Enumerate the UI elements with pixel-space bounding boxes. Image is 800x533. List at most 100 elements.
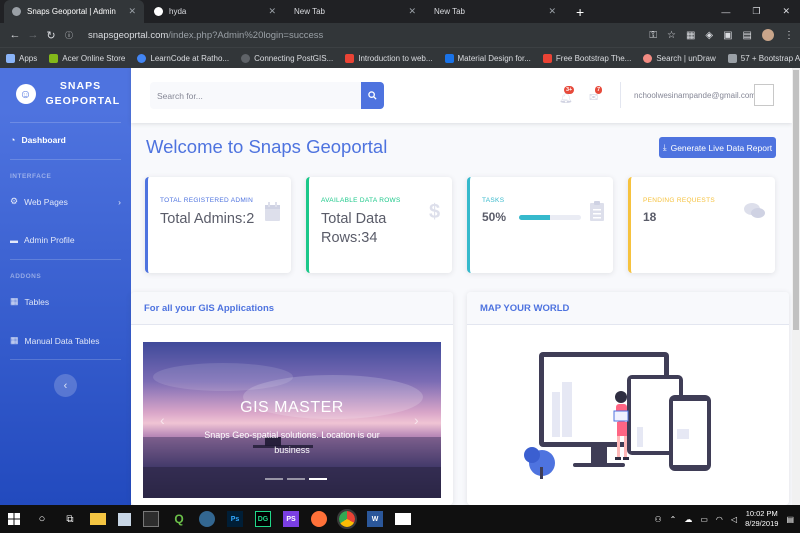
table-icon: ▦ bbox=[10, 335, 19, 345]
extension-icon[interactable]: ▣ bbox=[723, 30, 732, 41]
shield-icon[interactable]: ◈ bbox=[705, 30, 713, 41]
scrollbar-thumb[interactable] bbox=[793, 70, 799, 330]
divider bbox=[10, 159, 121, 160]
system-tray: ⚇ ⌃ ☁ ▭ ◠ ◁ 10:02 PM 8/29/2019 ▤ bbox=[654, 509, 794, 529]
avatar[interactable] bbox=[754, 84, 774, 106]
tab-new-2[interactable]: New Tab ✕ bbox=[426, 0, 564, 23]
divider bbox=[10, 359, 121, 360]
clock-date: 8/29/2019 bbox=[745, 519, 779, 528]
image-carousel[interactable]: GIS MASTER Snaps Geo-spatial solutions. … bbox=[143, 342, 441, 498]
carousel-indicator[interactable] bbox=[265, 478, 283, 480]
wrench-icon: ▬ bbox=[10, 235, 18, 245]
url-bar[interactable]: snapsgeoprtal.com/index.php?Admin%20logi… bbox=[88, 30, 323, 41]
close-tab-icon[interactable]: ✕ bbox=[268, 6, 276, 17]
chevron-up-icon[interactable]: ⌃ bbox=[670, 515, 677, 524]
video-editor-icon[interactable] bbox=[395, 513, 411, 525]
bookmark-material[interactable]: Material Design for... bbox=[444, 53, 531, 63]
postgresql-icon[interactable] bbox=[199, 511, 215, 527]
card-label: PENDING REQUESTS bbox=[643, 197, 715, 204]
bookmark-apps[interactable]: Apps bbox=[6, 53, 37, 63]
panel-title: For all your GIS Applications bbox=[131, 292, 453, 325]
sidebar-toggle-button[interactable]: ‹ bbox=[54, 374, 77, 397]
bookmark-intro-web[interactable]: Introduction to web... bbox=[345, 53, 433, 63]
cloud-icon[interactable]: ☁ bbox=[684, 515, 692, 524]
extension-icon[interactable]: ▦ bbox=[686, 30, 695, 41]
windows-start-icon[interactable] bbox=[6, 511, 22, 527]
user-email[interactable]: nchoolwesinampande@gmail.com bbox=[634, 91, 756, 100]
extension-icon[interactable]: ▤ bbox=[743, 30, 752, 41]
messages-dropdown[interactable]: ✉ 7 bbox=[589, 86, 603, 106]
terminal-icon[interactable] bbox=[143, 511, 159, 527]
tab-hyda[interactable]: hyda ✕ bbox=[146, 0, 284, 23]
alerts-badge: 3+ bbox=[564, 86, 575, 94]
qgis-icon[interactable]: Q bbox=[171, 511, 187, 527]
sidebar-item-manual-tables[interactable]: ▦ Manual Data Tables bbox=[10, 335, 100, 346]
menu-icon[interactable]: ⋮ bbox=[784, 30, 794, 41]
new-tab-button[interactable]: + bbox=[568, 0, 588, 23]
sidebar-brand[interactable]: ☺ SNAPS GEOPORTAL bbox=[0, 68, 131, 120]
download-icon: ⤓ bbox=[662, 142, 667, 152]
close-tab-icon[interactable]: ✕ bbox=[128, 6, 136, 17]
search-input[interactable]: Search for... bbox=[150, 82, 362, 109]
sidebar-item-admin-profile[interactable]: ▬ Admin Profile bbox=[10, 235, 75, 245]
messages-badge: 7 bbox=[595, 86, 603, 94]
tab-admin[interactable]: Snaps Geoportal | Admin ✕ bbox=[4, 0, 144, 23]
restore-icon[interactable]: ❐ bbox=[752, 6, 760, 17]
battery-icon[interactable]: ▭ bbox=[700, 515, 708, 524]
star-icon[interactable]: ☆ bbox=[667, 30, 676, 41]
phpstorm-icon[interactable]: PS bbox=[283, 511, 299, 527]
tab-new-1[interactable]: New Tab ✕ bbox=[286, 0, 424, 23]
bookmark-bootstrap-admin[interactable]: 57 + Bootstrap Ad... bbox=[727, 53, 800, 63]
site-icon bbox=[542, 53, 552, 63]
wordpress-icon bbox=[241, 53, 251, 63]
sidebar-item-dashboard[interactable]: ◔ Dashboard bbox=[10, 135, 66, 145]
photoshop-icon[interactable]: Ps bbox=[227, 511, 243, 527]
datagrip-icon[interactable]: DG bbox=[255, 511, 271, 527]
sidebar-heading-interface: INTERFACE bbox=[10, 173, 52, 180]
volume-icon[interactable]: ◁ bbox=[731, 515, 737, 524]
card-pending-requests: PENDING REQUESTS 18 bbox=[628, 177, 775, 273]
info-icon[interactable]: ⓘ bbox=[60, 30, 78, 41]
close-tab-icon[interactable]: ✕ bbox=[408, 6, 416, 17]
bookmark-undraw[interactable]: Search | unDraw bbox=[643, 53, 716, 63]
sidebar-item-web-pages[interactable]: ⚙ Web Pages › bbox=[10, 196, 121, 207]
cortana-icon[interactable]: ○ bbox=[34, 511, 50, 527]
panel-map-your-world: MAP YOUR WORLD bbox=[467, 292, 789, 505]
notifications-icon[interactable]: ▤ bbox=[786, 515, 794, 524]
installer-icon[interactable] bbox=[118, 512, 131, 526]
close-window-icon[interactable]: ✕ bbox=[782, 6, 790, 17]
forward-icon[interactable]: → bbox=[24, 29, 42, 41]
close-tab-icon[interactable]: ✕ bbox=[548, 6, 556, 17]
reload-icon[interactable]: ↻ bbox=[42, 29, 60, 42]
bookmark-postgis[interactable]: Connecting PostGIS... bbox=[241, 53, 333, 63]
chrome-icon[interactable] bbox=[337, 509, 357, 529]
bookmark-bootstrap[interactable]: Free Bootstrap The... bbox=[542, 53, 631, 63]
dollar-icon: $ bbox=[429, 200, 441, 227]
wifi-icon[interactable]: ◠ bbox=[716, 515, 723, 524]
carousel-indicator[interactable] bbox=[309, 478, 327, 480]
back-icon[interactable]: ← bbox=[6, 29, 24, 41]
generate-report-button[interactable]: ⤓ Generate Live Data Report bbox=[659, 137, 776, 158]
carousel-prev-icon[interactable]: ‹ bbox=[160, 412, 165, 428]
apps-icon bbox=[6, 53, 15, 63]
acer-icon bbox=[49, 53, 59, 63]
people-icon[interactable]: ⚇ bbox=[654, 515, 661, 524]
bookmark-learncode[interactable]: LearnCode at Ratho... bbox=[137, 53, 229, 63]
task-view-icon[interactable]: ⧉ bbox=[62, 511, 78, 527]
word-icon[interactable]: W bbox=[367, 511, 383, 527]
chevron-right-icon: › bbox=[118, 196, 121, 207]
taskbar-clock[interactable]: 10:02 PM 8/29/2019 bbox=[745, 509, 778, 529]
panel-title: MAP YOUR WORLD bbox=[467, 292, 789, 325]
carousel-next-icon[interactable]: › bbox=[414, 412, 419, 428]
search-button[interactable] bbox=[361, 82, 384, 109]
bookmark-acer[interactable]: Acer Online Store bbox=[49, 53, 125, 63]
profile-avatar[interactable] bbox=[762, 29, 774, 41]
firefox-icon[interactable] bbox=[311, 511, 327, 527]
sidebar-item-tables[interactable]: ▦ Tables bbox=[10, 296, 49, 307]
alerts-dropdown[interactable]: 🔔︎ 3+ bbox=[559, 86, 575, 106]
key-icon[interactable]: ⚿ bbox=[649, 30, 657, 41]
carousel-indicator[interactable] bbox=[287, 478, 305, 480]
file-explorer-icon[interactable] bbox=[90, 513, 106, 525]
minimize-icon[interactable]: — bbox=[721, 7, 730, 17]
laugh-wink-icon: ☺ bbox=[15, 84, 36, 104]
